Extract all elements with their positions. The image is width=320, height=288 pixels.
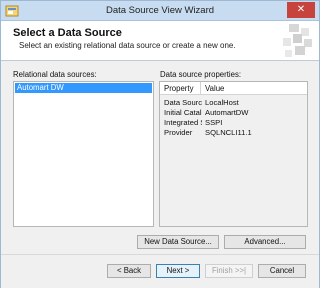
page-subtitle: Select an existing relational data sourc… bbox=[19, 41, 236, 50]
new-data-source-button[interactable]: New Data Source... bbox=[137, 235, 219, 249]
property-value: LocalHost bbox=[205, 98, 239, 107]
advanced-button[interactable]: Advanced... bbox=[224, 235, 306, 249]
title-bar[interactable]: Data Source View Wizard ✕ bbox=[1, 1, 319, 21]
property-value: SSPI bbox=[205, 118, 223, 127]
table-row: Provider SQLNCLI11.1 bbox=[160, 128, 307, 138]
property-name: Provider bbox=[164, 128, 193, 137]
cancel-button[interactable]: Cancel bbox=[258, 264, 306, 278]
close-button[interactable]: ✕ bbox=[287, 2, 315, 18]
wizard-header: Select a Data Source Select an existing … bbox=[1, 21, 319, 61]
datasource-properties-grid[interactable]: Property Value Data Source LocalHost Ini… bbox=[159, 81, 308, 227]
property-value: AutomartDW bbox=[205, 108, 249, 117]
property-value: SQLNCLI11.1 bbox=[205, 128, 252, 137]
column-divider[interactable] bbox=[200, 82, 201, 95]
relational-sources-list[interactable]: Automart DW bbox=[13, 81, 154, 227]
table-row: Initial Catalog AutomartDW bbox=[160, 108, 307, 118]
wizard-window: Data Source View Wizard ✕ Select a Data … bbox=[0, 0, 320, 288]
property-name: Data Source bbox=[164, 98, 202, 107]
table-row: Integrated Sec... SSPI bbox=[160, 118, 307, 128]
table-row: Data Source LocalHost bbox=[160, 98, 307, 108]
properties-header-row: Property Value bbox=[160, 82, 307, 95]
datasource-properties-label: Data source properties: bbox=[160, 70, 242, 79]
value-column-header[interactable]: Value bbox=[205, 84, 224, 93]
list-item[interactable]: Automart DW bbox=[15, 83, 152, 93]
datasource-wizard-art-icon bbox=[269, 22, 315, 60]
page-title: Select a Data Source bbox=[13, 27, 122, 39]
window-title: Data Source View Wizard bbox=[105, 5, 215, 16]
relational-sources-label: Relational data sources: bbox=[13, 70, 97, 79]
property-name: Integrated Sec... bbox=[164, 118, 202, 127]
back-button[interactable]: < Back bbox=[107, 264, 151, 278]
next-button[interactable]: Next > bbox=[156, 264, 200, 278]
property-name: Initial Catalog bbox=[164, 108, 202, 117]
property-column-header[interactable]: Property bbox=[164, 84, 193, 93]
finish-button[interactable]: Finish >>| bbox=[205, 264, 253, 278]
